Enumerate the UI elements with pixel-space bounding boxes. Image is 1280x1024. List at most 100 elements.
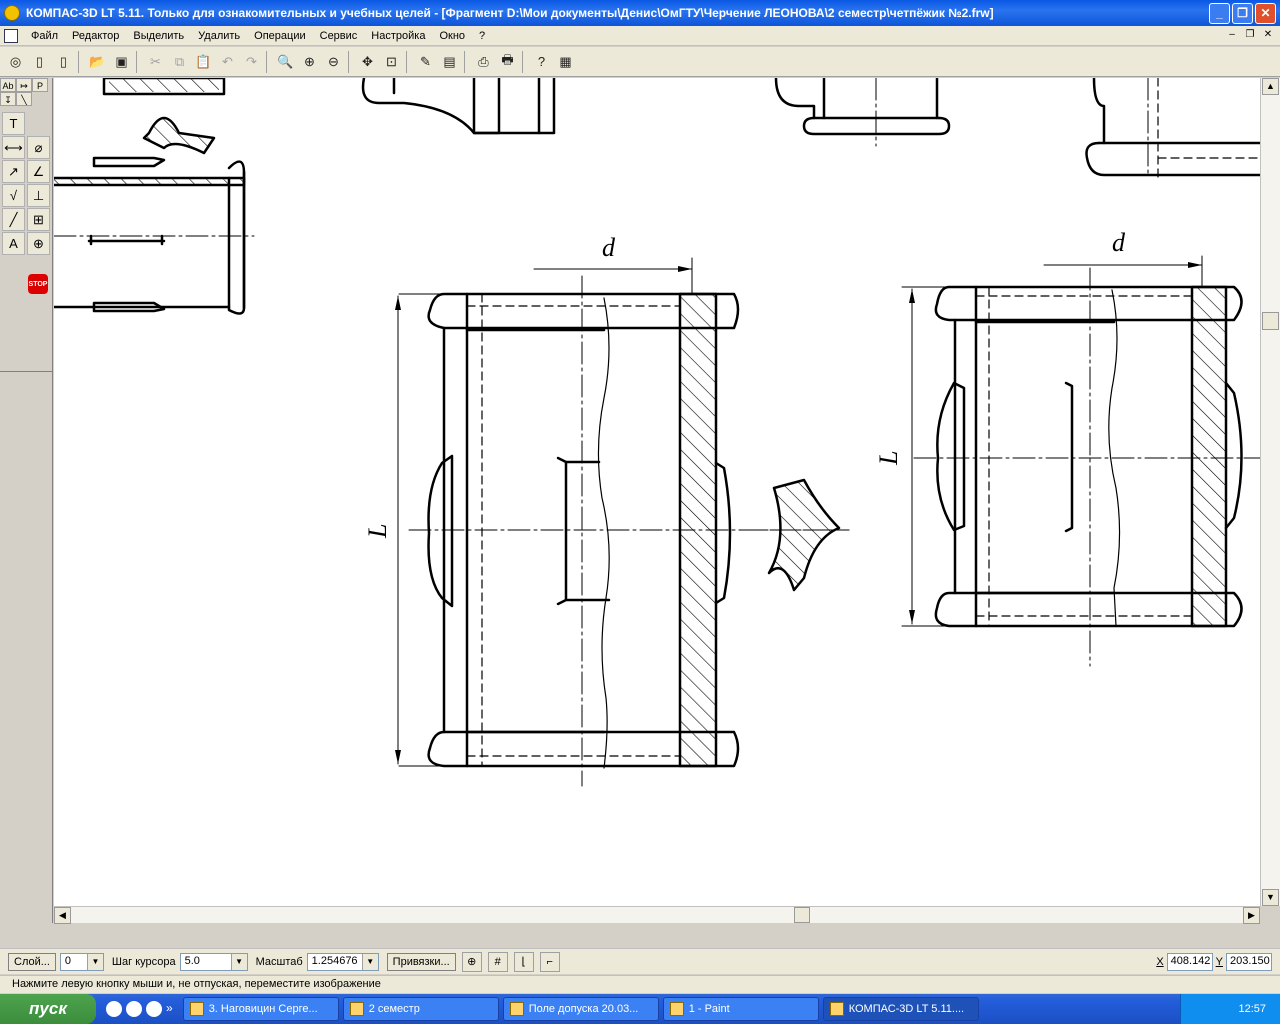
drawing-canvas[interactable]: d d L L xyxy=(54,78,1260,906)
menu-bar: Файл Редактор Выделить Удалить Операции … xyxy=(0,26,1280,46)
taskbar-item[interactable]: КОМПАС-3D LT 5.11.... xyxy=(822,997,979,1021)
task-icon xyxy=(189,1002,204,1016)
tab-geometry[interactable]: ╲ xyxy=(16,92,32,106)
menu-service[interactable]: Сервис xyxy=(313,30,365,42)
scroll-right-button[interactable]: ▶ xyxy=(1243,907,1260,924)
zoom-out-icon[interactable]: ⊖ xyxy=(322,50,345,73)
stop-icon[interactable]: STOP xyxy=(28,274,48,294)
scroll-left-button[interactable]: ◀ xyxy=(54,907,71,924)
scroll-down-button[interactable]: ▼ xyxy=(1262,889,1279,906)
toolbar-separator xyxy=(78,50,84,73)
properties-icon[interactable]: ◎ xyxy=(4,50,27,73)
layer-button[interactable]: Слой... xyxy=(8,952,56,971)
kompas-app-icon[interactable] xyxy=(4,5,20,21)
menu-select[interactable]: Выделить xyxy=(126,30,191,42)
taskbar-item[interactable]: 1 - Paint xyxy=(662,997,819,1021)
new-fragment-icon[interactable]: ▯ xyxy=(52,50,75,73)
vertical-scrollbar[interactable]: ▲ ▼ xyxy=(1260,78,1280,906)
chevron-down-icon[interactable]: ▼ xyxy=(86,953,103,970)
redo-icon[interactable]: ↷ xyxy=(240,50,263,73)
doc-restore-button[interactable]: ❐ xyxy=(1242,28,1258,42)
menu-file[interactable]: Файл xyxy=(24,30,65,42)
redraw-icon[interactable]: ✎ xyxy=(414,50,437,73)
print-icon[interactable]: 🖶 xyxy=(496,50,519,73)
menu-window[interactable]: Окно xyxy=(432,30,472,42)
tolerance-icon[interactable]: ⊞ xyxy=(27,208,50,231)
show-all-icon[interactable]: ⊡ xyxy=(380,50,403,73)
layer-select[interactable]: 0 ▼ xyxy=(59,952,104,971)
close-button[interactable]: ✕ xyxy=(1255,2,1276,24)
start-button[interactable]: пуск xyxy=(0,994,96,1024)
cut-icon[interactable]: ✂ xyxy=(144,50,167,73)
new-sheet-icon[interactable]: ▯ xyxy=(28,50,51,73)
horizontal-scrollbar[interactable]: ◀ ▶ xyxy=(54,906,1260,924)
save-icon[interactable]: ▣ xyxy=(110,50,133,73)
ortho-mode-icon[interactable]: ⌐ xyxy=(539,951,560,972)
scale-label: Масштаб xyxy=(255,955,303,968)
copy-icon[interactable]: ⧉ xyxy=(168,50,191,73)
kompas-icon xyxy=(829,1002,844,1016)
dimension-l-label: L xyxy=(874,451,903,466)
toolbar-separator xyxy=(348,50,354,73)
tool-panel-empty-area xyxy=(0,371,52,923)
quicklaunch-icon[interactable] xyxy=(126,1001,142,1017)
quicklaunch-icon[interactable] xyxy=(106,1001,122,1017)
maximize-button[interactable]: ❐ xyxy=(1232,2,1253,24)
tab-text[interactable]: Ab xyxy=(0,78,16,92)
cursor-step-select[interactable]: 5.0 ▼ xyxy=(179,952,248,971)
document-icon[interactable] xyxy=(4,28,18,43)
tab-dimensions[interactable]: ↦ xyxy=(16,78,32,92)
horizontal-scroll-thumb[interactable] xyxy=(794,907,810,923)
tab-parameters[interactable]: P xyxy=(32,78,48,92)
tab-edit[interactable]: ↧ xyxy=(0,92,16,106)
zoom-in-icon[interactable]: ⊕ xyxy=(298,50,321,73)
snap-toggle-icon[interactable]: ⊕ xyxy=(461,951,482,972)
taskbar-item[interactable]: Поле допуска 20.03... xyxy=(502,997,659,1021)
chevron-down-icon[interactable]: ▼ xyxy=(361,953,378,970)
menu-help[interactable]: ? xyxy=(472,30,492,42)
undo-icon[interactable]: ↶ xyxy=(216,50,239,73)
text-tool-icon[interactable]: T xyxy=(2,112,25,135)
roughness-icon[interactable]: √ xyxy=(2,184,25,207)
open-folder-icon[interactable]: 📂 xyxy=(86,50,109,73)
pan-icon[interactable]: ✥ xyxy=(356,50,379,73)
center-mark-icon[interactable]: ⊕ xyxy=(27,232,50,255)
doc-close-button[interactable]: ✕ xyxy=(1260,28,1276,42)
scale-select[interactable]: 1.254676 ▼ xyxy=(306,952,379,971)
clock[interactable]: 12:57 xyxy=(1238,1003,1266,1015)
vertical-scroll-thumb[interactable] xyxy=(1262,312,1279,330)
diameter-dimension-icon[interactable]: ⌀ xyxy=(27,136,50,159)
taskbar-item[interactable]: 2 семестр xyxy=(342,997,499,1021)
grid-icon[interactable]: # xyxy=(487,951,508,972)
base-symbol-icon[interactable]: ⊥ xyxy=(27,184,50,207)
menu-delete[interactable]: Удалить xyxy=(191,30,247,42)
paste-icon[interactable]: 📋 xyxy=(192,50,215,73)
angle-dimension-icon[interactable]: ∠ xyxy=(27,160,50,183)
radial-dimension-icon[interactable]: ↗ xyxy=(2,160,25,183)
measure-icon[interactable]: ▤ xyxy=(438,50,461,73)
dimension-d-label: d xyxy=(1112,228,1126,257)
menu-settings[interactable]: Настройка xyxy=(364,30,432,42)
linear-dimension-icon[interactable]: ⟷ xyxy=(2,136,25,159)
x-coord-field[interactable]: 408.142 xyxy=(1166,953,1213,971)
section-label-icon[interactable]: A xyxy=(2,232,25,255)
partial-view-top-right xyxy=(774,78,1260,179)
menu-operations[interactable]: Операции xyxy=(247,30,312,42)
menu-editor[interactable]: Редактор xyxy=(65,30,126,42)
quicklaunch-more[interactable]: » xyxy=(166,1001,173,1017)
quicklaunch-icon[interactable] xyxy=(146,1001,162,1017)
local-cs-icon[interactable]: ⌊ xyxy=(513,951,534,972)
taskbar-item[interactable]: 3. Наговицин Серге... xyxy=(182,997,339,1021)
library-icon[interactable]: ▦ xyxy=(554,50,577,73)
context-help-icon[interactable]: ? xyxy=(530,50,553,73)
chevron-down-icon[interactable]: ▼ xyxy=(230,953,247,970)
doc-minimize-button[interactable]: – xyxy=(1224,28,1240,42)
minimize-button[interactable]: _ xyxy=(1209,2,1230,24)
y-coord-field[interactable]: 203.150 xyxy=(1226,953,1272,971)
leader-icon[interactable]: ╱ xyxy=(2,208,25,231)
snap-button[interactable]: Привязки... xyxy=(386,952,456,971)
zoom-window-icon[interactable]: 🔍 xyxy=(274,50,297,73)
scroll-up-button[interactable]: ▲ xyxy=(1262,78,1279,95)
right-view xyxy=(901,255,1260,667)
print-preview-icon[interactable]: ⎙ xyxy=(472,50,495,73)
